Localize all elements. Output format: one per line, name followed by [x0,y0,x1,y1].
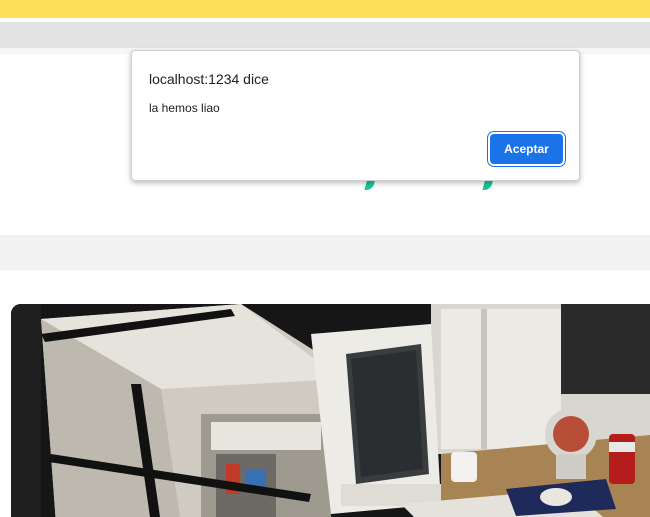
post-photo [11,304,650,517]
dialog-message: la hemos liao [149,101,220,115]
dialog-title: localhost:1234 dice [149,71,269,87]
accept-button[interactable]: Aceptar [490,134,563,164]
alert-dialog: localhost:1234 dice la hemos liao Acepta… [131,50,580,181]
section-separator [0,235,650,269]
browser-page: localhost:1234 dice la hemos liao Acepta… [0,0,650,517]
navigation-bar [0,22,650,48]
top-yellow-bar [0,0,650,18]
